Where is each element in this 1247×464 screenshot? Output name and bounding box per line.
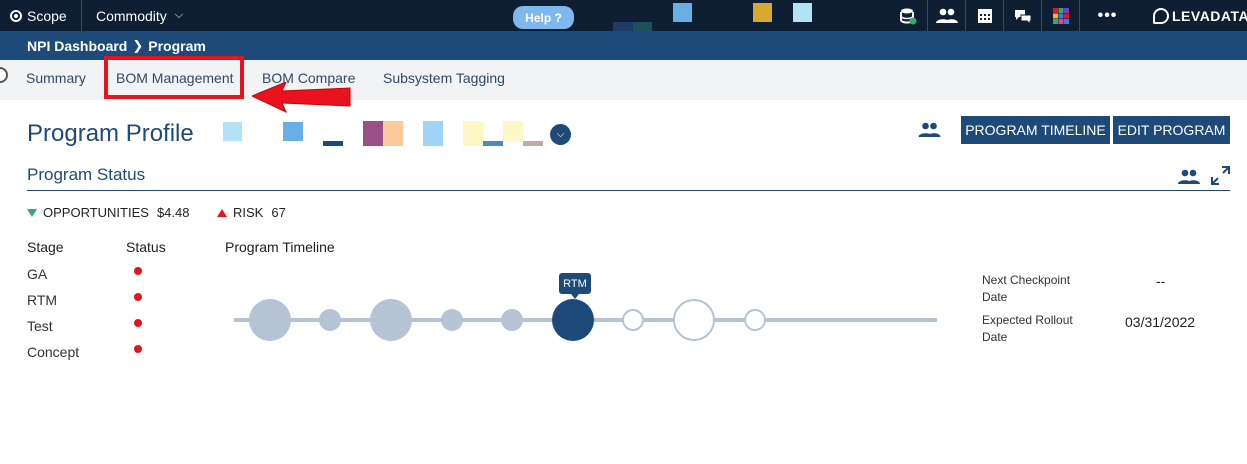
scope-label: Scope (27, 7, 67, 24)
next-checkpoint-label: Next Checkpoint Date (982, 273, 1071, 304)
users-button[interactable] (927, 0, 965, 31)
users-icon (935, 8, 958, 23)
status-dot (134, 293, 142, 301)
stage-name: RTM (27, 292, 58, 308)
redacted-block (363, 121, 383, 146)
status-column-header: Status (126, 239, 166, 255)
chevron-down-icon: ⌵ (174, 9, 184, 21)
chevron-down-icon: ⌵ (556, 129, 565, 140)
stage-name: GA (27, 266, 48, 282)
program-timeline-button[interactable]: PROGRAM TIMELINE (961, 116, 1110, 144)
commodity-dropdown[interactable]: Commodity ⌵ (96, 0, 183, 31)
stage-name: Test (27, 318, 53, 334)
tab-summary[interactable]: Summary (26, 70, 86, 86)
top-navigation-bar: Scope Commodity ⌵ Help ? ••• LEVADATA (0, 0, 1247, 31)
more-dots-icon: ••• (1097, 6, 1118, 24)
calendar-button[interactable] (965, 0, 1003, 31)
redacted-block (633, 22, 652, 31)
target-icon (10, 9, 22, 22)
opportunities-indicator: OPPORTUNITIES $4.48 (27, 205, 190, 220)
collapse-handle[interactable] (0, 67, 8, 83)
timeline-milestone[interactable] (319, 309, 341, 331)
down-triangle-icon (27, 208, 37, 217)
redacted-block (753, 3, 772, 22)
section-divider (27, 190, 1230, 191)
redacted-block (463, 121, 483, 146)
annotation-arrow-icon (252, 82, 351, 114)
risk-indicator: RISK 67 (217, 205, 286, 220)
help-button[interactable]: Help ? (513, 6, 574, 29)
opportunities-label: OPPORTUNITIES (43, 205, 149, 220)
more-button[interactable]: ••• (1079, 0, 1135, 31)
timeline-milestone[interactable] (441, 309, 463, 331)
logo-text: LEVADATA (1172, 7, 1247, 24)
chevron-right-icon: ❯ (132, 37, 144, 53)
logo-mark-icon (1153, 7, 1169, 24)
toolbar-icons: ••• (889, 0, 1135, 31)
expected-rollout-value: 03/31/2022 (1125, 314, 1196, 330)
redacted-block (283, 122, 303, 141)
timeline-milestone[interactable] (622, 309, 644, 331)
current-milestone-tooltip: RTM (559, 273, 591, 299)
redacted-block (523, 141, 543, 146)
up-triangle-icon (217, 208, 227, 217)
redacted-block (483, 141, 503, 146)
annotation-highlight-box (104, 56, 244, 99)
timeline-milestone[interactable] (249, 299, 291, 341)
edit-program-button[interactable]: EDIT PROGRAM (1113, 116, 1230, 144)
tab-subsystem-tagging[interactable]: Subsystem Tagging (383, 70, 505, 86)
opportunities-value: $4.48 (156, 205, 190, 220)
stage-column-header: Stage (27, 239, 64, 255)
commodity-label: Commodity (96, 7, 167, 24)
team-icon[interactable] (918, 122, 941, 138)
timeline-milestone[interactable] (370, 299, 412, 341)
program-status-title: Program Status (27, 165, 146, 184)
next-checkpoint-value: -- (1156, 273, 1166, 289)
breadcrumb-program: Program (148, 37, 206, 54)
redacted-block (503, 121, 523, 141)
calendar-icon (977, 9, 992, 23)
redacted-block (793, 3, 812, 22)
team-icon[interactable] (1178, 169, 1200, 185)
status-dot (134, 267, 142, 275)
chat-button[interactable] (1003, 0, 1041, 31)
risk-label: RISK (233, 205, 264, 220)
redacted-block (223, 122, 242, 141)
timeline-milestone[interactable] (744, 309, 766, 331)
database-icon (900, 8, 917, 24)
timeline-title: Program Timeline (225, 239, 335, 255)
database-button[interactable] (889, 0, 927, 31)
expand-details-button[interactable]: ⌵ (550, 124, 571, 145)
redacted-block (613, 22, 633, 31)
fullscreen-expand-icon[interactable] (1211, 166, 1230, 185)
status-dot (134, 345, 142, 353)
redacted-block (383, 121, 403, 146)
page-title: Program Profile (27, 120, 194, 147)
chat-icon (1014, 9, 1031, 24)
breadcrumb-npi-dashboard[interactable]: NPI Dashboard (27, 38, 127, 54)
timeline-milestone[interactable] (501, 309, 523, 331)
scope-menu[interactable]: Scope (0, 0, 82, 31)
levadata-logo: LEVADATA (1153, 0, 1247, 31)
redacted-block (423, 121, 443, 146)
stage-name: Concept (27, 344, 80, 360)
status-dot (134, 319, 142, 327)
expected-rollout-label: Expected Rollout Date (982, 313, 1073, 344)
timeline-milestone[interactable] (673, 299, 715, 341)
redacted-block (673, 3, 692, 22)
timeline-milestone-current[interactable] (552, 299, 594, 341)
apps-button[interactable] (1041, 0, 1079, 31)
apps-grid-icon (1052, 7, 1069, 24)
redacted-block (323, 141, 343, 146)
risk-value: 67 (271, 205, 286, 220)
